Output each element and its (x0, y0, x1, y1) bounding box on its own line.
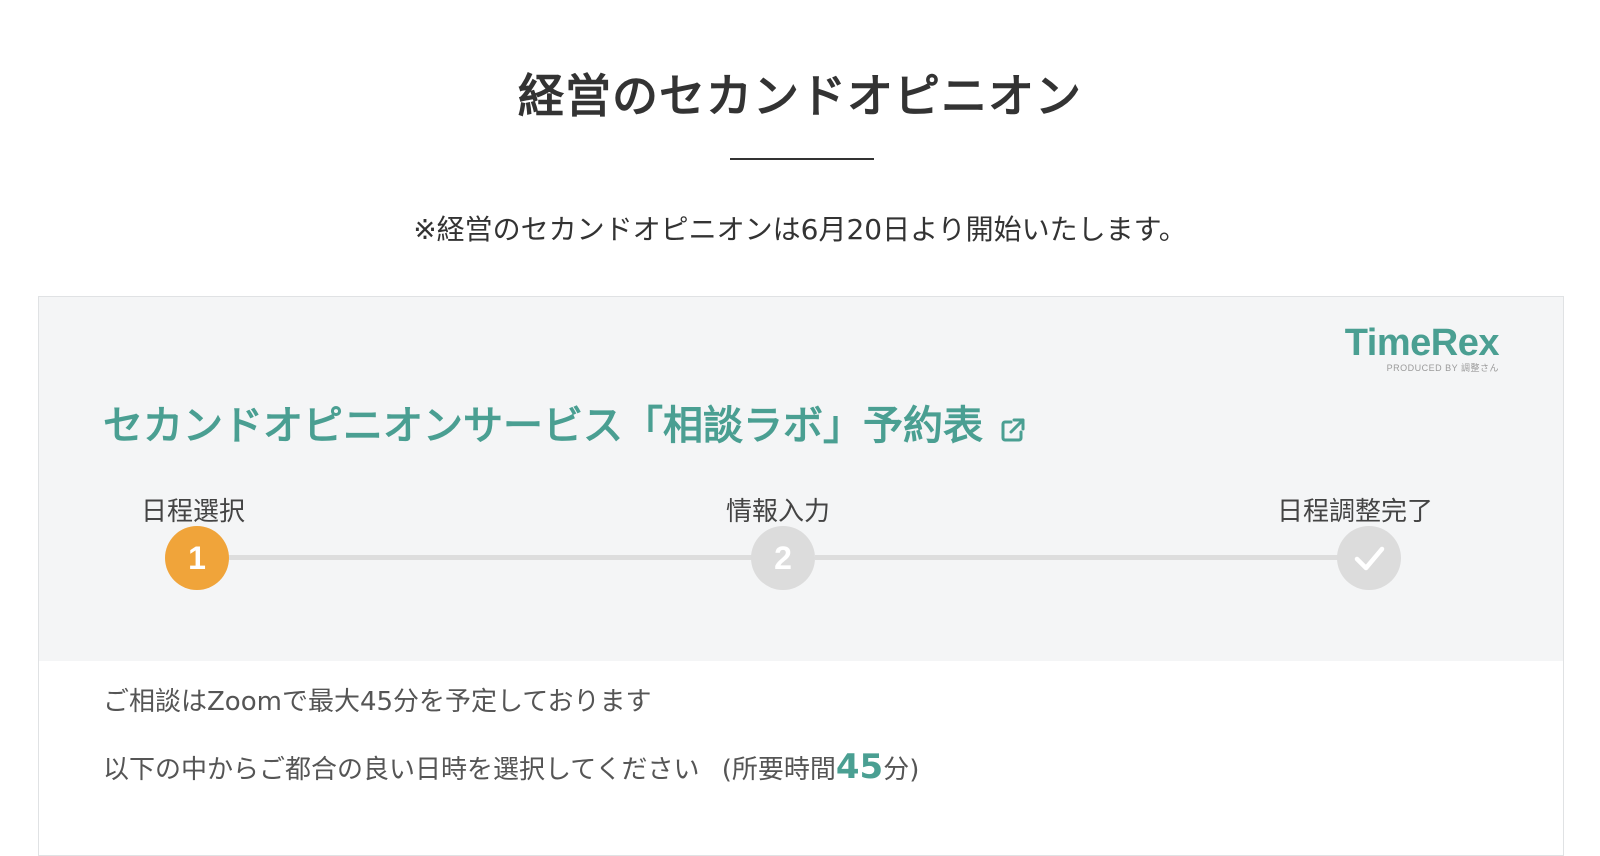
step-2-marker: 2 (751, 526, 815, 590)
start-notice: ※経営のセカンドオピニオンは6月20日より開始いたします。 (413, 213, 1187, 246)
duration-suffix: 分) (883, 755, 920, 785)
form-title: セカンドオピニオンサービス「相談ラボ」予約表 (103, 403, 983, 449)
step-connector-1 (229, 555, 785, 560)
step-label-date-selection: 日程選択 (141, 497, 246, 527)
timerex-logo[interactable]: TimeRex PRODUCED BY 調整さん (1344, 322, 1500, 373)
description-text: ご相談はZoomで最大45分を予定しております (103, 687, 652, 717)
brand-subtitle: PRODUCED BY 調整さん (1386, 363, 1499, 373)
page-title: 経営のセカンドオピニオン (518, 69, 1082, 123)
external-link-icon[interactable] (999, 408, 1027, 442)
check-icon (1354, 546, 1385, 571)
step-connector-2 (815, 555, 1371, 560)
widget-header: TimeRex PRODUCED BY 調整さん セカンドオピニオンサービス「相… (39, 297, 1563, 661)
brand-name: TimeRex (1344, 322, 1500, 364)
step-label-complete: 日程調整完了 (1277, 497, 1434, 527)
form-title-link[interactable]: セカンドオピニオンサービス「相談ラボ」予約表 (103, 393, 1027, 451)
step-1-marker: 1 (165, 526, 229, 590)
instruction-main: 以下の中からご都合の良い日時を選択してください (103, 755, 700, 785)
title-divider (730, 158, 874, 160)
instruction-text: 以下の中からご都合の良い日時を選択してください (所要時間45分) (103, 747, 919, 787)
booking-widget: TimeRex PRODUCED BY 調整さん セカンドオピニオンサービス「相… (38, 296, 1564, 856)
step-label-info-input: 情報入力 (726, 497, 831, 527)
duration-value: 45 (835, 747, 884, 787)
duration-prefix: (所要時間 (721, 755, 836, 785)
duration-info: (所要時間45分) (721, 747, 920, 787)
step-3-marker (1337, 526, 1401, 590)
